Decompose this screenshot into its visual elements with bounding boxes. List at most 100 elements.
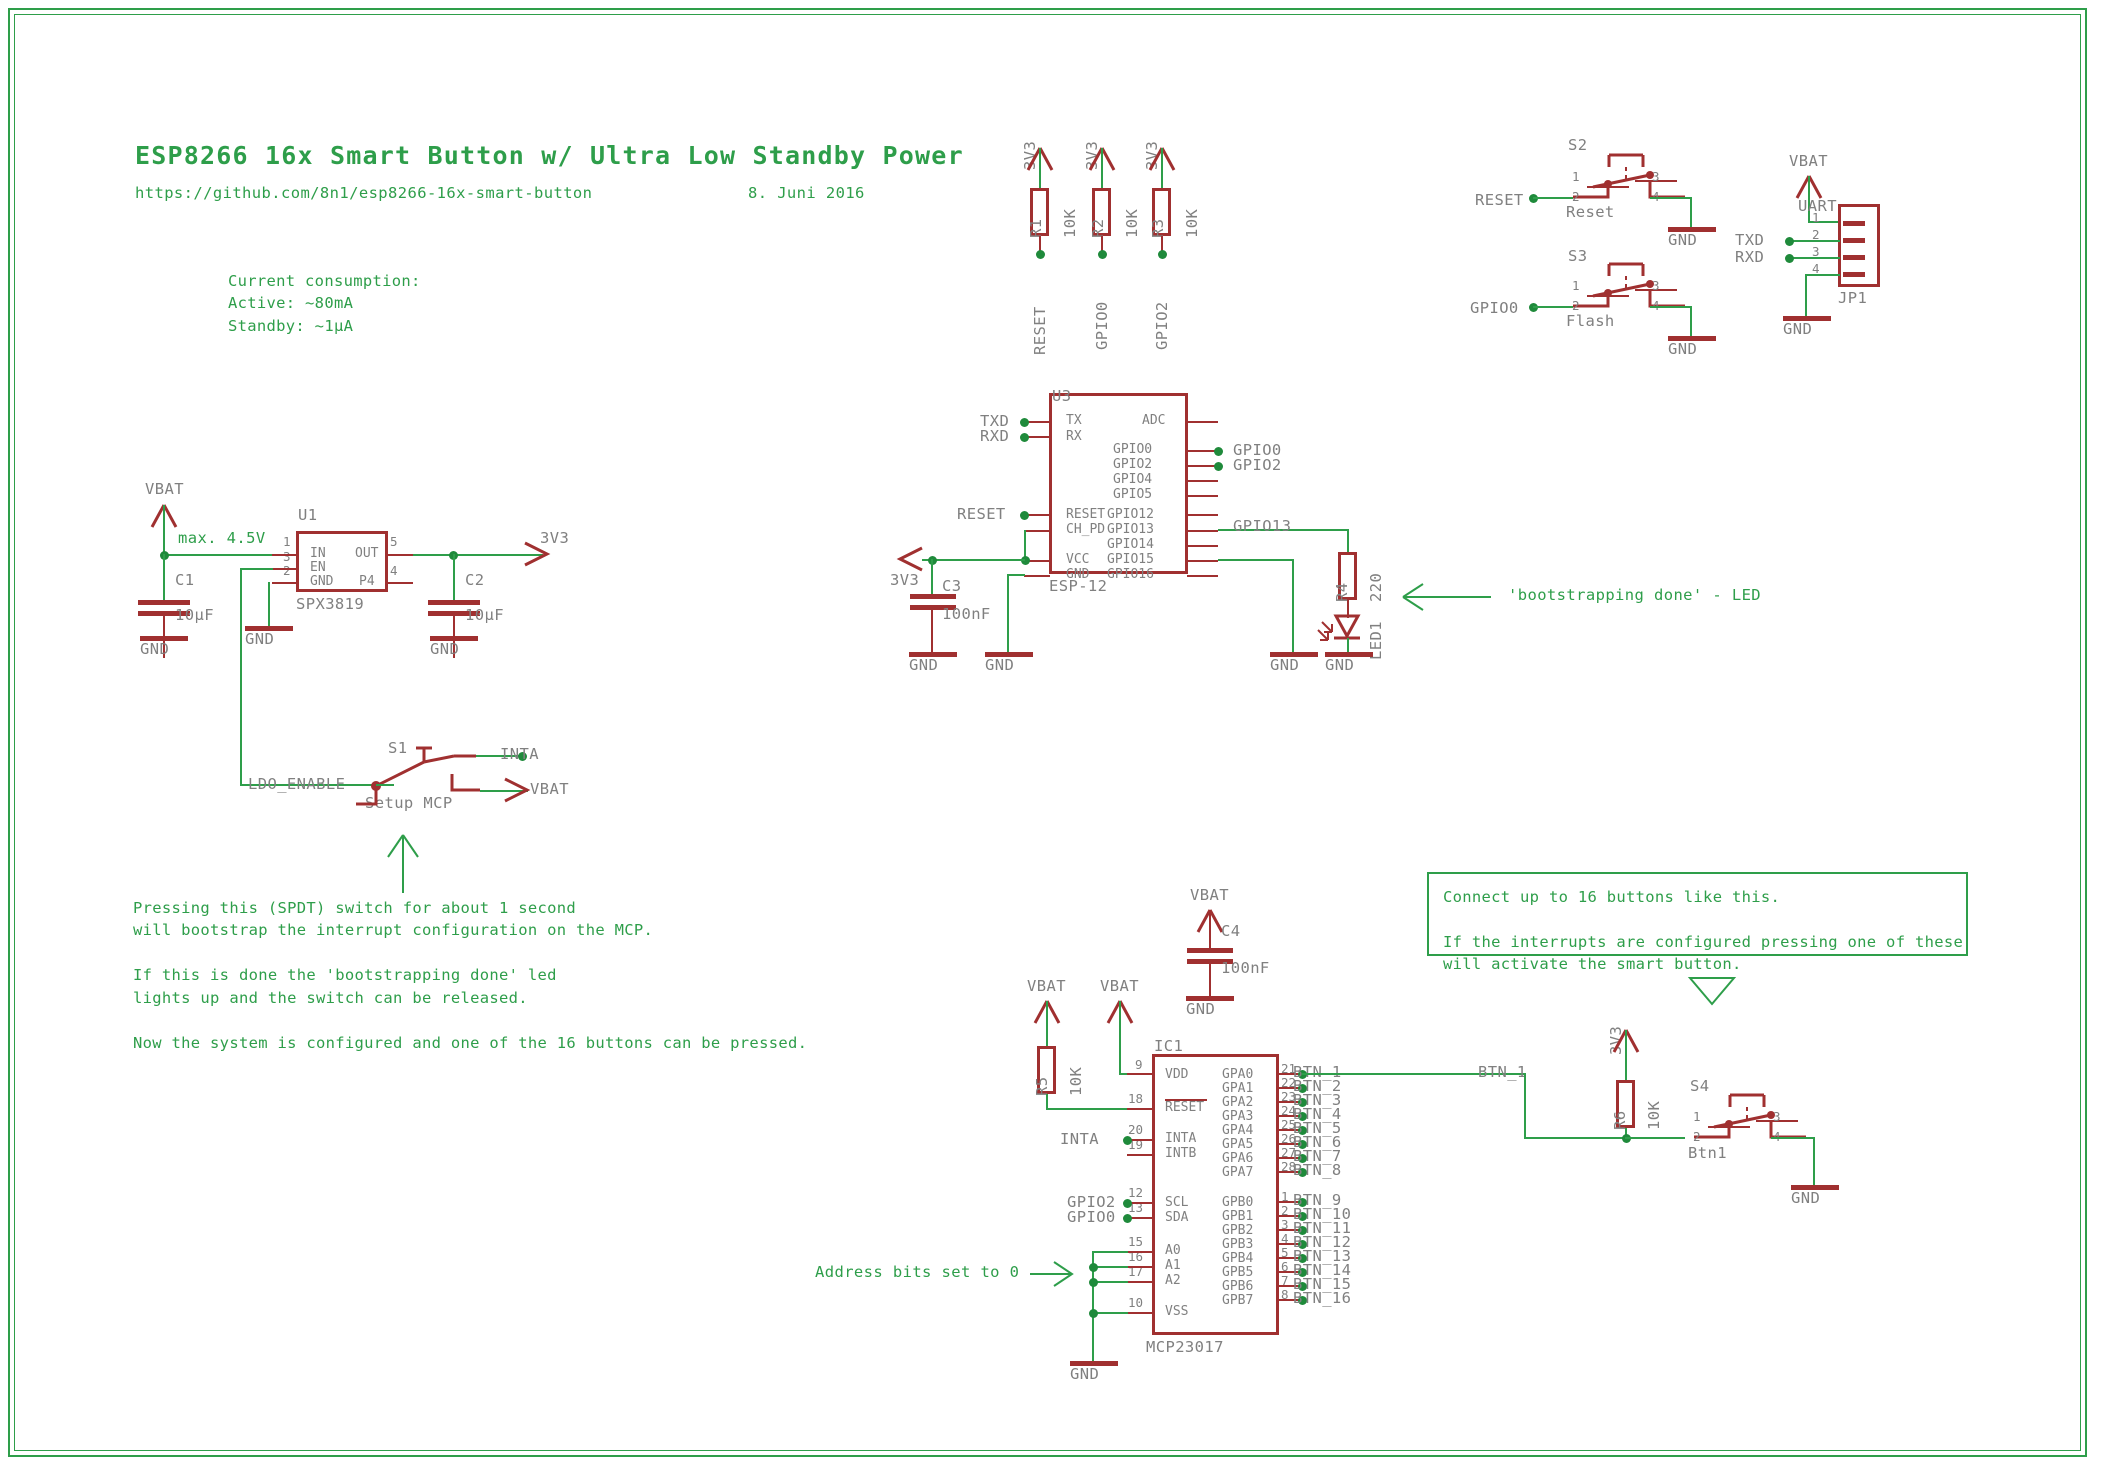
wire-r6-to-s4 [1625,1137,1685,1139]
net-label-vbat-vdd: VBAT [1100,977,1139,995]
u1-pin-gnd: GND [310,574,334,589]
s2-pinnum-1: 1 [1572,169,1580,184]
net-label-ldo-enable: LDO_ENABLE [248,775,346,793]
u3-pin-gpio13: GPIO13 [1107,522,1154,537]
ic1-pin-gpa7: GPA7 [1222,1165,1254,1180]
s4-pinnum-1: 1 [1693,1109,1701,1124]
buttons-note: Connect up to 16 buttons like this. If t… [1443,888,1964,974]
res-value-r3: 10K [1183,208,1201,238]
net-label-txd-uart: TXD [1735,231,1765,249]
net-label-gpio0-r2: GPIO0 [1093,301,1111,350]
u1-pin-out: OUT [355,546,379,561]
wire-uart-gnd-h [1805,274,1840,276]
junction-rxd-esp [1020,433,1029,442]
annotation-arrow-address [1030,1261,1074,1287]
ic1-lead-a0 [1127,1251,1153,1253]
u3-lead-gpio16 [1187,575,1218,577]
res-value-r1: 10K [1061,208,1079,238]
net-label-gnd-s4: GND [1791,1189,1821,1207]
wire-3v3-r1 [1039,148,1041,188]
net-label-gnd-u1: GND [245,630,275,648]
ic1-pin-a0: A0 [1165,1243,1181,1258]
net-label-reset-esp: RESET [957,505,1006,523]
net-label-gnd-mcp: GND [1070,1365,1100,1383]
wire-btn1-to-r6 [1524,1137,1628,1139]
net-label-vbat-s1: VBAT [530,780,569,798]
s3-pinnum-2: 2 [1572,298,1580,313]
cap-ref-c1: C1 [175,571,195,589]
ic1-pin-gpb7: GPB7 [1222,1293,1254,1308]
led-annotation: 'bootstrapping done' - LED [1508,586,1762,604]
switch-ref-s3: S3 [1568,247,1588,265]
ic1-pin-scl: SCL [1165,1195,1189,1210]
net-label-gnd-gpio15: GND [1270,656,1300,674]
wire-vcc-3v3 [922,559,1025,561]
ic1-pinnum-15: 15 [1128,1234,1144,1249]
s4-pinnum-3: 3 [1773,1109,1781,1124]
ic1-pin-gpa5: GPA5 [1222,1137,1254,1152]
s1-spdt-symbol [356,746,480,806]
ic1-ref: IC1 [1154,1037,1184,1055]
schematic-sheet: ESP8266 16x Smart Button w/ Ultra Low St… [0,0,2103,1473]
wire-u1-gnd [268,582,270,626]
wire-s4-gnd-h [1771,1137,1815,1139]
power-arrow-3v3-r1 [1026,147,1054,171]
annotation-arrow-s1 [387,834,419,893]
junction-vss-gnd [1089,1309,1098,1318]
net-label-gpio13: GPIO13 [1233,517,1292,535]
ic1-reset-overbar [1165,1099,1207,1101]
wire-s4-gnd-v [1813,1137,1815,1185]
ic1-lead-intb [1127,1154,1153,1156]
u3-lead-adc [1187,421,1218,423]
max-input-note: max. 4.5V [178,529,266,547]
net-label-gpio2-esp: GPIO2 [1233,456,1282,474]
ic1-pin-a1: A1 [1165,1258,1181,1273]
wire-c1-top [163,554,165,600]
consumption-note: Current consumption: Active: ~80mA Stand… [228,272,421,335]
wire-s1-common [376,784,394,786]
c4-plate-top [1187,948,1233,953]
annotation-arrow-led [1402,583,1491,611]
u3-pin-vcc: VCC [1066,552,1090,567]
s2-pinnum-2: 2 [1572,189,1580,204]
u1-lead-out [387,554,413,556]
u3-lead-gpio15 [1187,560,1218,562]
u3-pin-gnd: GND [1066,567,1090,582]
jp1-pad-2 [1843,238,1865,243]
wire-3v3-r3 [1161,148,1163,188]
cap-value-c2: 10µF [465,606,504,624]
ic1-lead-a1 [1127,1266,1153,1268]
uart-ref: JP1 [1838,289,1868,307]
switch-ref-s4: S4 [1690,1077,1710,1095]
junction-r3-gpio2 [1158,250,1167,259]
cap-value-c4: 100nF [1221,959,1270,977]
u3-pin-adc: ADC [1142,413,1166,428]
wire-txd-uart [1788,240,1840,242]
u3-lead-gpio5 [1187,495,1218,497]
net-label-vbat-reg: VBAT [145,480,184,498]
net-label-reset-r1: RESET [1031,306,1049,355]
u3-lead-gpio12 [1187,514,1218,516]
u3-pin-gpio5: GPIO5 [1113,487,1153,502]
wire-gpio15-v [1292,559,1294,652]
wire-btn1-down [1524,1073,1526,1139]
c4-lead-bottom [1209,964,1211,996]
junction-txd-esp [1020,418,1029,427]
junction-a1-gnd [1089,1263,1098,1272]
wire-3v3-r6 [1625,1030,1627,1080]
net-label-vbat-uart: VBAT [1789,152,1828,170]
ic1-lead-vdd [1127,1073,1153,1075]
net-label-btn1-far: BTN_1 [1478,1063,1527,1081]
net-label-gpio2-r3: GPIO2 [1153,301,1171,350]
net-label-vbat-c4: VBAT [1190,886,1229,904]
net-label-btn8: BTN_8 [1293,1161,1342,1179]
wire-uart-gnd-v [1805,274,1807,316]
ic1-pinnum-10: 10 [1128,1295,1144,1310]
net-label-3v3-esp: 3V3 [890,571,920,589]
s3-pinnum-1: 1 [1572,278,1580,293]
junction-r2-gpio0 [1098,250,1107,259]
wire-s2-gnd-v [1690,197,1692,227]
power-arrow-vbat-vdd [1106,1000,1134,1024]
switch-instructions: Pressing this (SPDT) switch for about 1 … [133,899,808,1052]
ic1-pin-gpa4: GPA4 [1222,1123,1254,1138]
